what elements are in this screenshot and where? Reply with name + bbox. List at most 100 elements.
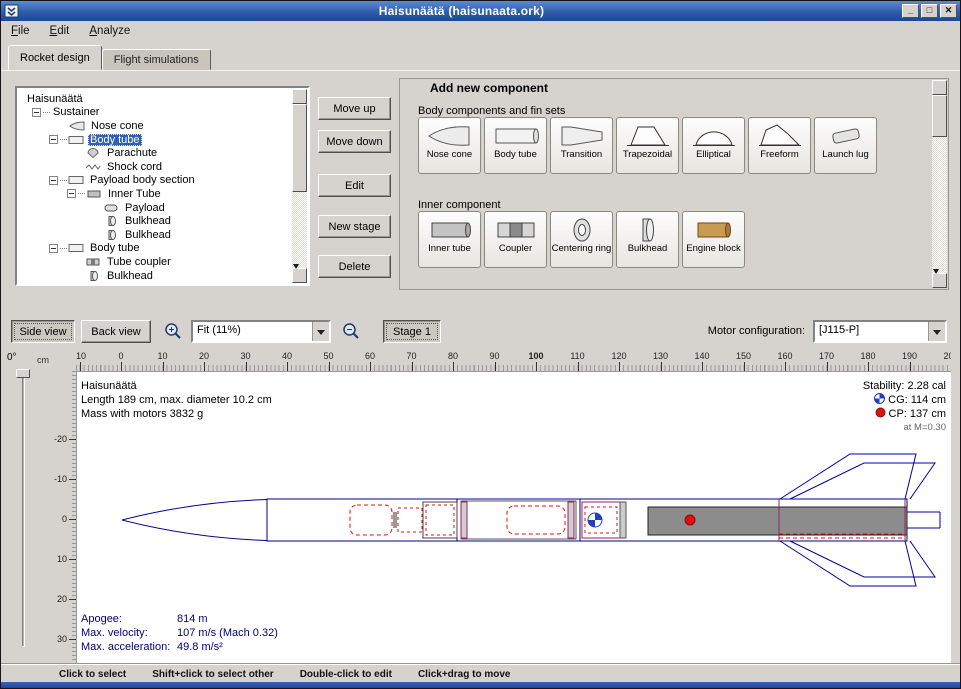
back-view-button[interactable]: Back view: [81, 320, 151, 343]
ruler-tick-label: 60: [365, 351, 375, 361]
ruler-tick-label: 130: [653, 351, 668, 361]
tree-item-bulkhead[interactable]: Bulkhead: [19, 214, 290, 228]
tree-item-label: Payload body section: [88, 174, 197, 186]
tree-item-label-selected: Body tube: [88, 134, 142, 146]
zoom-select[interactable]: Fit (11%): [191, 320, 331, 343]
ruler-tick-label: 140: [694, 351, 709, 361]
chevron-down-icon[interactable]: [928, 322, 945, 341]
ruler-tick-label: 190: [902, 351, 917, 361]
edit-label: Edit: [345, 180, 364, 192]
tree-connector: [60, 248, 67, 249]
move-down-button[interactable]: Move down: [318, 130, 391, 153]
tree-item-sustainer[interactable]: Sustainer: [19, 106, 290, 120]
add-bulkhead-button[interactable]: Bulkhead: [616, 211, 679, 268]
title-bar[interactable]: Haisunäätä (haisunaata.ork) _ □ ✕: [1, 1, 960, 21]
close-button[interactable]: ✕: [940, 4, 957, 18]
menu-file[interactable]: File: [1, 21, 40, 43]
tree-scrollbar[interactable]: [292, 89, 307, 283]
component-button-label: Body tube: [494, 150, 537, 160]
collapse-icon[interactable]: [49, 135, 58, 144]
add-nose-cone-button[interactable]: Nose cone: [418, 117, 481, 174]
app-window: Haisunäätä (haisunaata.ork) _ □ ✕ File E…: [0, 0, 961, 689]
ruler-major-tick: [744, 362, 745, 371]
add-body-tube-button[interactable]: Body tube: [484, 117, 547, 174]
tree-item-shock-cord[interactable]: Shock cord: [19, 160, 290, 174]
component-tree: Haisunäätä Sustainer Nose cone Body tube…: [15, 86, 310, 286]
add-engine-block-button[interactable]: Engine block: [682, 211, 745, 268]
scroll-up-button[interactable]: [292, 89, 307, 104]
tab-label: Flight simulations: [114, 54, 199, 66]
maximize-button[interactable]: □: [921, 4, 938, 18]
component-button-label: Coupler: [499, 244, 532, 254]
ruler-major-tick: [370, 362, 371, 371]
edit-button[interactable]: Edit: [318, 174, 391, 197]
ruler-tick-label: 10: [157, 351, 167, 361]
ruler-major-tick: [827, 362, 828, 371]
add-transition-button[interactable]: Transition: [550, 117, 613, 174]
scroll-up-button[interactable]: [932, 80, 947, 95]
new-stage-button[interactable]: New stage: [318, 215, 391, 238]
collapse-icon[interactable]: [49, 176, 58, 185]
delete-button[interactable]: Delete: [318, 255, 391, 278]
tree-item-bulkhead[interactable]: Bulkhead: [19, 228, 290, 242]
add-trapezoidal-fin-button[interactable]: Trapezoidal: [616, 117, 679, 174]
motor-config-select[interactable]: [J115-P]: [813, 320, 947, 343]
tree-item-bulkhead[interactable]: Bulkhead: [19, 269, 290, 283]
scroll-down-button[interactable]: [932, 273, 947, 288]
add-launch-lug-button[interactable]: Launch lug: [814, 117, 877, 174]
collapse-icon[interactable]: [67, 189, 76, 198]
body-tube-icon: [68, 134, 85, 146]
zoom-out-button[interactable]: [338, 318, 364, 344]
zoom-in-button[interactable]: [160, 318, 186, 344]
ruler-major-tick: [661, 362, 662, 371]
coupler-icon: [493, 215, 539, 244]
add-panel-scrollbar[interactable]: [932, 80, 947, 288]
tab-rocket-design[interactable]: Rocket design: [8, 45, 102, 70]
stage-1-button[interactable]: Stage 1: [383, 320, 441, 343]
collapse-icon[interactable]: [32, 108, 41, 117]
side-view-button[interactable]: Side view: [11, 320, 75, 343]
tab-flight-simulations[interactable]: Flight simulations: [102, 49, 211, 70]
tree-item-nose-cone[interactable]: Nose cone: [19, 119, 290, 133]
add-inner-tube-button[interactable]: Inner tube: [418, 211, 481, 268]
tree-item-parachute[interactable]: Parachute: [19, 146, 290, 160]
menu-analyze[interactable]: Analyze: [79, 21, 140, 43]
rocket-canvas[interactable]: Haisunäätä Length 189 cm, max. diameter …: [76, 371, 951, 663]
menu-edit[interactable]: Edit: [40, 21, 80, 43]
status-bar: Click to select Shift+click to select ot…: [1, 663, 960, 684]
rotation-slider[interactable]: [16, 369, 31, 655]
ruler-major-tick: [578, 362, 579, 371]
tree-item-root[interactable]: Haisunäätä: [19, 92, 290, 106]
tree-item-payload[interactable]: Payload: [19, 201, 290, 215]
cp-value: CP: 137 cm: [889, 408, 946, 420]
add-freeform-fin-button[interactable]: Freeform: [748, 117, 811, 174]
tree-connector: [43, 112, 50, 113]
minimize-button[interactable]: _: [902, 4, 919, 18]
ruler-major-tick: [69, 599, 76, 600]
ruler-major-tick: [619, 362, 620, 371]
focus-ring: [15, 324, 71, 339]
chevron-down-icon[interactable]: [312, 322, 329, 341]
tree-item-tube-coupler[interactable]: Tube coupler: [19, 255, 290, 269]
scroll-down-button[interactable]: [292, 268, 307, 283]
add-elliptical-fin-button[interactable]: Elliptical: [682, 117, 745, 174]
zoom-out-icon: [342, 322, 360, 340]
tree-item-body-tube[interactable]: Body tube: [19, 133, 290, 147]
view-toolbar: Side view Back view Fit (11%) Stage 1 Mo…: [1, 316, 960, 349]
apogee-label: Apogee:: [81, 612, 177, 626]
hint-shift-click: Shift+click to select other: [152, 669, 273, 680]
bulkhead-icon: [85, 270, 102, 282]
add-coupler-button[interactable]: Coupler: [484, 211, 547, 268]
scrollbar-thumb[interactable]: [932, 95, 947, 137]
component-button-label: Engine block: [686, 244, 740, 254]
move-up-button[interactable]: Move up: [318, 97, 391, 120]
ruler-tick-label: 170: [819, 351, 834, 361]
scrollbar-thumb[interactable]: [292, 104, 307, 192]
tree-item-inner-tube[interactable]: Inner Tube: [19, 187, 290, 201]
collapse-icon[interactable]: [49, 244, 58, 253]
add-centering-ring-button[interactable]: Centering ring: [550, 211, 613, 268]
rotation-slider-handle[interactable]: [16, 369, 30, 378]
ruler-major-tick: [246, 362, 247, 371]
tree-item-body-tube-aft[interactable]: Body tube: [19, 242, 290, 256]
tree-item-payload-section[interactable]: Payload body section: [19, 174, 290, 188]
